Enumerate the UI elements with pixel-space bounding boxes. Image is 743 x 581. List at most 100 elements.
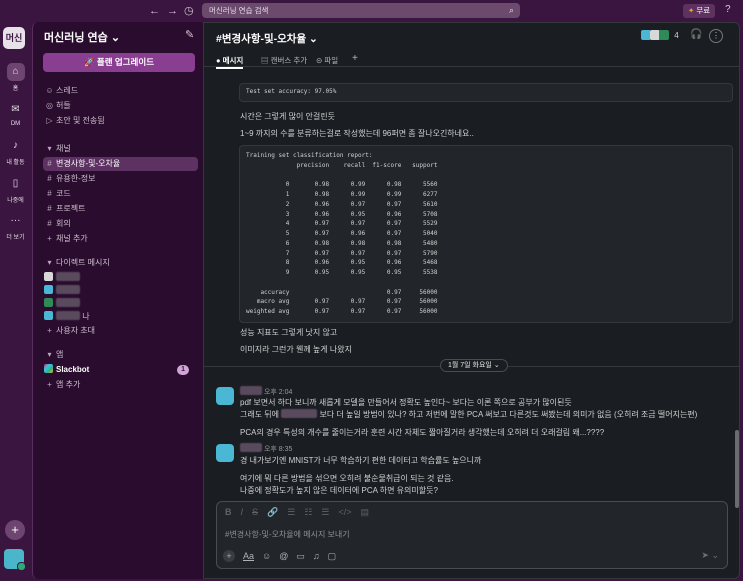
avatar	[659, 30, 669, 40]
redacted-name	[56, 285, 80, 294]
avatar[interactable]	[216, 387, 234, 405]
redacted-name	[56, 272, 80, 281]
sidebar: 머신러닝 연습 ⌄ ✎ 🚀 플랜 업그레이드 ☺ 스레드 ◎ 허들 ▷ 초안 및 전송…	[32, 22, 203, 579]
workspace-logo[interactable]: 머신	[3, 27, 25, 49]
search-placeholder: 머신러닝 연습 검색	[209, 6, 269, 15]
bulleted-list-icon[interactable]: ☷	[304, 507, 312, 517]
upgrade-button[interactable]: ✦ 무료	[683, 4, 716, 18]
rail-item-activity[interactable]: ♪ 내 활동	[0, 137, 31, 166]
forward-arrow-icon[interactable]: →	[167, 3, 178, 19]
scrollbar[interactable]	[735, 430, 739, 508]
send-icon: ▷	[46, 116, 53, 125]
member-button[interactable]: 4	[641, 30, 679, 44]
channel-view: #변경사항-및-오차율 ⌄ 4 🎧 ⋮ ● 메시지 ▤ 캔버스 추가 ⊝ 파일 …	[203, 22, 740, 579]
add-workspace-button[interactable]: +	[5, 520, 25, 540]
rail-item-more[interactable]: ··· 더 보기	[0, 212, 31, 241]
message-input[interactable]: #변경사항-및-오차율에 메시지 보내기	[225, 529, 350, 540]
redacted-name	[56, 298, 80, 307]
day-divider[interactable]: 1월 7일 화요일 ⌄	[440, 359, 508, 372]
dm-item-self[interactable]: 나	[43, 310, 198, 324]
rail-item-label: 내 활동	[6, 160, 25, 166]
channel-title[interactable]: #변경사항-및-오차율 ⌄	[216, 31, 318, 46]
rail-item-label: 나중에	[7, 198, 24, 204]
channel-tabs: ● 메시지 ▤ 캔버스 추가 ⊝ 파일 +	[204, 53, 739, 69]
code-icon[interactable]: </>	[338, 507, 351, 517]
avatar[interactable]	[216, 444, 234, 462]
format-text-icon[interactable]: Aa	[243, 551, 254, 561]
back-arrow-icon[interactable]: ←	[149, 3, 160, 19]
send-button[interactable]: ➤ ⌄	[701, 550, 719, 561]
bookmark-icon: ▯	[12, 178, 19, 189]
history-icon[interactable]: ◷	[184, 3, 194, 19]
chevron-down-icon: ⌄	[309, 33, 318, 45]
tab-canvas[interactable]: ▤ 캔버스 추가	[261, 55, 307, 66]
home-icon: ⌂	[6, 63, 25, 81]
bell-icon: ♪	[13, 140, 18, 151]
caret-down-icon: ▾	[47, 144, 52, 153]
emoji-icon[interactable]: ☺	[262, 551, 271, 561]
workspace-name[interactable]: 머신러닝 연습 ⌄	[44, 29, 120, 45]
sidebar-item-channel-info[interactable]: # 유용한-정보	[43, 172, 198, 186]
chevron-down-icon: ⌄	[110, 32, 121, 44]
invite-users-button[interactable]: + 사용자 초대	[43, 324, 198, 338]
self-label: 나	[82, 312, 90, 321]
apps-header[interactable]: ▾ 앱	[43, 348, 198, 362]
more-icon: ···	[10, 215, 21, 226]
dm-header[interactable]: ▾ 다이렉트 메시지	[43, 256, 198, 270]
message-line: pdf 보면서 하다 보니까 새롭게 모델을 만들어서 정확도 높인다~ 보다는…	[240, 398, 572, 407]
sidebar-item-drafts[interactable]: ▷ 초안 및 전송됨	[43, 114, 198, 128]
user-avatar[interactable]	[4, 549, 26, 571]
message-line: 1~9 까지의 수를 분류하는걸로 작성했는데 96퍼면 좀 잘나오긴하네요..	[240, 129, 474, 138]
search-icon: ⌕	[508, 5, 514, 15]
strikethrough-icon[interactable]: S	[252, 507, 258, 517]
channels-header[interactable]: ▾ 채널	[43, 142, 198, 156]
upgrade-label: 무료	[696, 6, 711, 15]
rail-item-label: DM	[10, 121, 21, 127]
slash-command-icon[interactable]: ▢	[328, 551, 337, 561]
bold-icon[interactable]: B	[225, 507, 232, 517]
rail-item-home[interactable]: ⌂ 홈	[0, 63, 31, 92]
more-options-button[interactable]: ⋮	[709, 29, 723, 43]
plan-upgrade-button[interactable]: 🚀 플랜 업그레이드	[43, 53, 195, 72]
message-line: 여기에 뭐 다른 방법을 섞으면 오히려 불순물취급이 되는 것 같음.	[240, 474, 454, 483]
compose-icon[interactable]: ✎	[185, 28, 194, 41]
timestamp[interactable]: 오후 2:04	[264, 389, 292, 396]
sidebar-item-huddles[interactable]: ◎ 허들	[43, 99, 198, 113]
dm-item[interactable]	[43, 284, 198, 298]
sidebar-item-threads[interactable]: ☺ 스레드	[43, 84, 198, 98]
hash-icon: #	[47, 159, 52, 168]
workspace-name-label: 머신러닝 연습	[44, 32, 108, 44]
tab-messages[interactable]: ● 메시지	[216, 55, 244, 69]
timestamp[interactable]: 오후 8:35	[264, 446, 292, 453]
message-line: 성능 지표도 그렇게 낫지 않고	[240, 328, 338, 337]
rail-item-later[interactable]: ▯ 나중에	[0, 175, 31, 204]
sidebar-item-channel-meeting[interactable]: # 회의	[43, 217, 198, 231]
search-input[interactable]: 머신러닝 연습 검색 ⌕	[202, 3, 520, 18]
link-icon[interactable]: 🔗	[267, 507, 278, 517]
sidebar-item-channel-project[interactable]: # 프로젝트	[43, 202, 198, 216]
redacted-name	[240, 443, 262, 452]
sidebar-item-channel-changes[interactable]: # 변경사항-및-오차율	[43, 157, 198, 171]
rail-item-dm[interactable]: ✉ DM	[0, 101, 31, 127]
microphone-icon[interactable]: ♫	[313, 551, 320, 561]
italic-icon[interactable]: I	[241, 507, 244, 517]
code-block-icon[interactable]: ▤	[361, 507, 370, 517]
tab-label: 파일	[324, 56, 339, 65]
plus-icon: +	[47, 234, 52, 243]
help-icon[interactable]: ?	[725, 4, 731, 15]
add-app-button[interactable]: + 앱 추가	[43, 378, 198, 392]
dm-item[interactable]	[43, 297, 198, 311]
ordered-list-icon[interactable]: ☰	[287, 507, 295, 517]
app-item-slackbot[interactable]: Slackbot 1	[43, 363, 198, 377]
message-line: 경 내가보기엔 MNIST가 너무 학습하기 편한 데이터고 학습률도 높으니까	[240, 456, 482, 465]
dm-item[interactable]	[43, 271, 198, 285]
video-icon[interactable]: ▭	[296, 551, 305, 561]
huddle-headphones-icon[interactable]: 🎧	[690, 29, 702, 40]
tab-files[interactable]: ⊝ 파일	[316, 55, 338, 66]
sidebar-item-channel-code[interactable]: # 코드	[43, 187, 198, 201]
mention-icon[interactable]: @	[279, 551, 288, 561]
add-channel-button[interactable]: + 채널 추가	[43, 232, 198, 246]
quote-icon[interactable]: ☰	[321, 507, 329, 517]
plus-icon[interactable]: +	[223, 550, 235, 562]
add-tab-button[interactable]: +	[352, 53, 358, 64]
